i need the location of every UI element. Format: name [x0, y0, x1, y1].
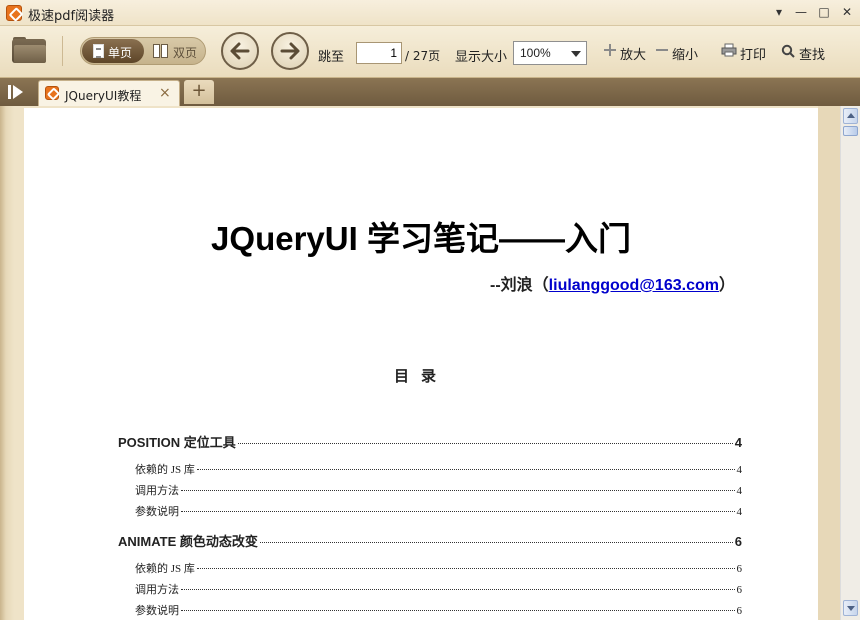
print-button[interactable] — [721, 43, 737, 57]
find-button[interactable] — [781, 44, 795, 58]
toc-entry-text: 调用方法 — [135, 485, 179, 497]
toc-entry-page: 4 — [736, 485, 743, 497]
search-icon — [781, 44, 795, 58]
window-title: 极速pdf阅读器 — [28, 9, 115, 24]
zoom-label: 显示大小 — [455, 50, 508, 65]
toc-entry-text: 依赖的 JS 库 — [135, 563, 195, 575]
double-page-button[interactable]: 双页 — [147, 39, 205, 63]
total-pages-label: / 27页 — [405, 49, 441, 63]
single-page-label: 单页 — [108, 46, 133, 60]
maximize-button[interactable]: □ — [815, 4, 833, 20]
viewer-margin — [818, 106, 840, 620]
single-page-button[interactable]: 单页 — [82, 39, 144, 63]
scroll-up-button[interactable] — [843, 108, 858, 124]
toc-entry-page: 6 — [736, 584, 743, 596]
toc-entry-page: 6 — [736, 563, 743, 575]
pdf-page: JQueryUI 学习笔记——入门 --刘浪（liulanggood@163.c… — [24, 108, 818, 620]
toc-entry-page: 4 — [736, 506, 743, 518]
tab-label: JQueryUI教程 — [65, 89, 142, 103]
toc-entry-text: 调用方法 — [135, 584, 179, 596]
toc-entry[interactable]: 依赖的 JS 库 4 — [135, 461, 742, 477]
author-prefix: --刘浪（ — [490, 277, 549, 294]
sidebar-toggle-button[interactable] — [8, 85, 26, 99]
minimize-button[interactable]: — — [792, 4, 810, 20]
toc-entry-text: 参数说明 — [135, 506, 179, 518]
arrow-up-icon — [847, 113, 855, 118]
toc-heading: 目录 — [393, 367, 448, 385]
previous-page-button[interactable] — [221, 32, 259, 70]
arrow-down-icon — [847, 606, 855, 611]
close-window-button[interactable]: ✕ — [838, 4, 856, 20]
single-page-icon — [93, 44, 104, 58]
scrollbar-thumb[interactable] — [843, 126, 858, 136]
jump-to-label: 跳至 — [318, 50, 345, 65]
vertical-scrollbar[interactable] — [840, 106, 860, 620]
author-email-link[interactable]: liulanggood@163.com — [549, 277, 719, 294]
next-page-button[interactable] — [271, 32, 309, 70]
toolbar-divider — [62, 36, 63, 66]
zoom-in-button[interactable] — [603, 43, 617, 57]
toc-entry-text: ANIMATE 颜色动态改变 — [118, 534, 258, 549]
tab-jqueryui[interactable]: JQueryUI教程 × — [38, 80, 180, 106]
toc-entry[interactable]: 依赖的 JS 库 6 — [135, 560, 742, 576]
toc-entry[interactable]: 参数说明 4 — [135, 503, 742, 519]
toc-entry-page: 4 — [734, 435, 742, 450]
double-page-label: 双页 — [173, 46, 198, 60]
plus-icon — [604, 44, 616, 56]
menu-dropdown-icon[interactable]: ▾ — [770, 4, 788, 20]
toc-entry-page: 6 — [736, 605, 743, 617]
toc-entry[interactable]: ANIMATE 颜色动态改变 6 — [118, 531, 742, 550]
author-suffix: ） — [718, 277, 735, 294]
toolbar: 单页 双页 跳至 / 27页 显示大小 100% 放大 缩小 — [0, 26, 860, 78]
arrow-right-icon — [280, 42, 300, 60]
minus-icon — [656, 49, 668, 51]
scroll-down-button[interactable] — [843, 600, 858, 616]
toc-entry[interactable]: 参数说明 6 — [135, 602, 742, 618]
tab-strip: JQueryUI教程 × + — [0, 78, 860, 106]
toc-entry-page: 6 — [734, 534, 742, 549]
toc-entry[interactable]: 调用方法 4 — [135, 482, 742, 498]
chevron-down-icon — [571, 51, 581, 57]
zoom-select[interactable]: 100% — [513, 41, 587, 65]
zoom-value: 100% — [520, 46, 551, 60]
author-line: --刘浪（liulanggood@163.com） — [490, 271, 735, 295]
print-label[interactable]: 打印 — [740, 44, 766, 63]
new-tab-button[interactable]: + — [184, 80, 214, 104]
double-page-icon — [153, 44, 169, 58]
zoom-out-button[interactable] — [655, 43, 669, 57]
printer-icon — [721, 43, 737, 57]
app-logo-icon — [6, 5, 22, 21]
toc-entry-text: POSITION 定位工具 — [118, 435, 236, 450]
zoom-in-label[interactable]: 放大 — [620, 44, 646, 63]
toc-entry[interactable]: 调用方法 6 — [135, 581, 742, 597]
toc-entry[interactable]: POSITION 定位工具 4 — [118, 432, 742, 451]
sidebar-expand-icon — [8, 85, 11, 99]
arrow-left-icon — [230, 42, 250, 60]
document-title: JQueryUI 学习笔记——入门 — [211, 220, 631, 257]
page-number-input[interactable] — [356, 42, 402, 64]
toc-entry-text: 参数说明 — [135, 605, 179, 617]
zoom-out-label[interactable]: 缩小 — [672, 44, 698, 63]
toc-entry-text: 依赖的 JS 库 — [135, 464, 195, 476]
pdf-file-icon — [45, 86, 59, 100]
toc-entry-page: 4 — [736, 464, 743, 476]
title-bar: 极速pdf阅读器 ▾ — □ ✕ — [0, 0, 860, 26]
find-label[interactable]: 查找 — [799, 44, 825, 63]
close-tab-icon[interactable]: × — [159, 85, 171, 101]
open-file-button[interactable] — [12, 37, 46, 63]
view-mode-toggle: 单页 双页 — [80, 37, 206, 65]
